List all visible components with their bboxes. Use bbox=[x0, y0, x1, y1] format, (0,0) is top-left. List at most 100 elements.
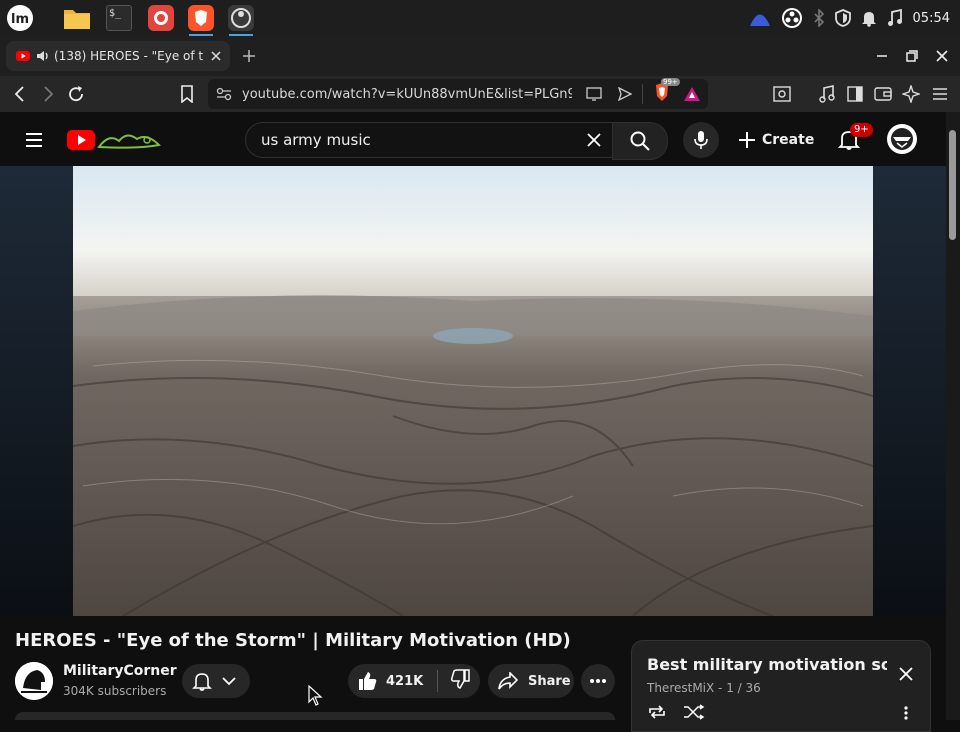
search-box[interactable]: us army music bbox=[245, 122, 617, 158]
channel-name[interactable]: MilitaryCorner bbox=[63, 663, 177, 679]
create-button[interactable]: Create bbox=[738, 124, 814, 156]
close-playlist-icon[interactable] bbox=[898, 666, 914, 682]
vpn-icon[interactable] bbox=[749, 9, 771, 27]
mint-menu-button[interactable]: lm bbox=[4, 2, 36, 34]
browser-tab-youtube[interactable]: (138) HEROES - "Eye of the bbox=[6, 41, 230, 71]
video-frame[interactable] bbox=[73, 166, 873, 616]
media-control-icon[interactable] bbox=[819, 85, 835, 103]
search-button[interactable] bbox=[612, 122, 668, 160]
chevron-down-icon bbox=[222, 677, 236, 686]
scrollbar-thumb[interactable] bbox=[949, 130, 956, 240]
youtube-logo-icon bbox=[67, 130, 95, 150]
notifications-button[interactable]: 9+ bbox=[837, 123, 873, 152]
taskbar: lm $_ 05:54 bbox=[0, 0, 960, 36]
channel-avatar[interactable] bbox=[15, 662, 53, 700]
new-tab-icon[interactable] bbox=[242, 49, 256, 63]
obs-icon bbox=[228, 5, 254, 31]
playlist-more-icon[interactable] bbox=[904, 706, 908, 720]
hamburger-menu-icon[interactable] bbox=[932, 87, 948, 101]
dislike-button[interactable] bbox=[450, 669, 470, 693]
cast-icon[interactable] bbox=[586, 87, 602, 101]
more-horizontal-icon bbox=[590, 679, 606, 683]
page-scrollbar[interactable] bbox=[946, 112, 960, 720]
plus-icon bbox=[739, 132, 755, 148]
subscriber-count: 304K subscribers bbox=[63, 684, 167, 698]
description-box-edge[interactable] bbox=[15, 712, 615, 720]
voice-search-button[interactable] bbox=[683, 122, 719, 158]
avatar-icon bbox=[891, 128, 913, 150]
obs-tray-icon[interactable] bbox=[781, 7, 803, 29]
video-title: HEROES - "Eye of the Storm" | Military M… bbox=[15, 630, 571, 651]
address-bar[interactable]: youtube.com/watch?v=kUUn88vmUnE&list=PLG… bbox=[208, 78, 708, 109]
firefox-icon bbox=[148, 5, 174, 31]
playlist-title[interactable]: Best military motivation so... bbox=[647, 655, 887, 674]
bell-outline-icon bbox=[192, 673, 212, 691]
thumbs-down-icon bbox=[451, 669, 470, 689]
subscription-bell-button[interactable] bbox=[182, 664, 250, 698]
account-avatar[interactable] bbox=[887, 124, 917, 154]
more-actions-button[interactable] bbox=[581, 664, 615, 698]
playlist-meta[interactable]: TherestMiX - 1 / 36 bbox=[647, 681, 761, 695]
browser-toolbar: youtube.com/watch?v=kUUn88vmUnE&list=PLG… bbox=[0, 76, 960, 112]
like-count: 421K bbox=[386, 673, 424, 689]
youtube-masthead: us army music Create 9+ bbox=[0, 112, 946, 166]
close-tab-icon[interactable] bbox=[210, 50, 222, 62]
shield-icon[interactable] bbox=[834, 9, 851, 27]
folder-icon bbox=[64, 10, 90, 29]
video-frame-image bbox=[73, 166, 873, 616]
back-icon[interactable] bbox=[13, 86, 27, 102]
notification-count-badge: 9+ bbox=[850, 123, 873, 137]
shuffle-icon[interactable] bbox=[683, 704, 705, 720]
clock[interactable]: 05:54 bbox=[913, 11, 950, 26]
wallet-icon[interactable] bbox=[874, 86, 892, 102]
files-button[interactable] bbox=[61, 2, 93, 34]
screenshot-icon[interactable] bbox=[773, 86, 791, 102]
mouse-cursor-icon bbox=[308, 685, 323, 706]
music-icon[interactable] bbox=[887, 9, 903, 27]
brave-shields-button[interactable]: 99+ bbox=[653, 78, 680, 106]
thumbs-up-icon bbox=[359, 672, 377, 690]
youtube-logo[interactable] bbox=[67, 128, 163, 152]
loop-icon[interactable] bbox=[647, 704, 667, 720]
brave-badge: 99+ bbox=[661, 78, 680, 86]
svg-text:lm: lm bbox=[11, 12, 29, 27]
search-icon bbox=[630, 131, 650, 151]
bluetooth-icon[interactable] bbox=[813, 9, 825, 27]
close-window-icon[interactable] bbox=[936, 50, 948, 62]
system-tray: 05:54 bbox=[749, 0, 950, 36]
share-label: Share bbox=[528, 673, 571, 689]
like-dislike-group: 421K bbox=[348, 664, 480, 698]
channel-logo-icon bbox=[15, 662, 53, 700]
tab-title: (138) HEROES - "Eye of the bbox=[54, 49, 204, 63]
terminal-button[interactable]: $_ bbox=[103, 2, 135, 34]
sidebar-toggle-icon[interactable] bbox=[847, 86, 863, 102]
guide-menu-icon[interactable] bbox=[25, 132, 43, 148]
brave-taskbar-button[interactable] bbox=[185, 2, 217, 36]
forward-icon[interactable] bbox=[41, 86, 55, 102]
brave-icon bbox=[188, 5, 214, 31]
like-button[interactable]: 421K bbox=[348, 671, 423, 691]
minimize-icon[interactable] bbox=[876, 50, 888, 62]
playlist-panel: Best military motivation so... TherestMi… bbox=[631, 640, 931, 732]
mint-logo-icon: lm bbox=[7, 5, 33, 31]
send-icon[interactable] bbox=[618, 87, 632, 101]
clear-search-icon[interactable] bbox=[586, 132, 602, 148]
microphone-icon bbox=[694, 131, 708, 149]
restore-icon[interactable] bbox=[906, 50, 918, 62]
obs-taskbar-button[interactable] bbox=[225, 2, 257, 36]
terminal-icon: $_ bbox=[106, 5, 132, 31]
site-settings-icon[interactable] bbox=[216, 87, 232, 101]
create-label: Create bbox=[762, 132, 815, 148]
brave-rewards-icon[interactable] bbox=[683, 86, 701, 102]
url-text: youtube.com/watch?v=kUUn88vmUnE&list=PLG… bbox=[242, 86, 572, 102]
leo-ai-icon[interactable] bbox=[902, 85, 920, 103]
speaker-icon[interactable] bbox=[36, 50, 50, 62]
reload-icon[interactable] bbox=[67, 85, 85, 103]
video-player[interactable] bbox=[0, 166, 946, 616]
firefox-button[interactable] bbox=[145, 2, 177, 34]
share-button[interactable]: Share bbox=[488, 664, 574, 698]
notification-bell-icon[interactable] bbox=[861, 9, 877, 27]
browser-tab-bar: (138) HEROES - "Eye of the bbox=[0, 36, 960, 76]
bookmark-icon[interactable] bbox=[180, 85, 194, 103]
search-input[interactable]: us army music bbox=[261, 131, 586, 149]
